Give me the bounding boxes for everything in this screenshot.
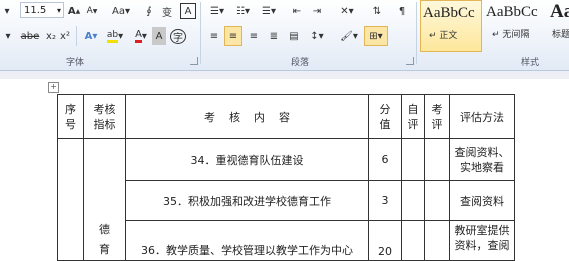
header-self: 自评 — [401, 94, 425, 139]
header-content: 考 核 内 容 — [125, 94, 369, 139]
enclose-char-button[interactable]: A — [180, 3, 196, 19]
header-score: 分值 — [368, 94, 402, 139]
decrease-indent-button[interactable]: ⇤ — [290, 2, 304, 20]
ruler-strip — [0, 71, 569, 79]
borders-button[interactable]: ⊞▾ — [364, 26, 388, 46]
table-row: 35．积极加强和改进学校德育工作 3 查阅资料 — [58, 180, 515, 221]
sort-button[interactable]: ⇅ — [370, 2, 384, 20]
category-cell: 德育 — [83, 138, 126, 261]
phonetic-guide-button[interactable]: 变 — [160, 2, 174, 20]
content-cell: 35．积极加强和改进学校德育工作 — [125, 180, 369, 221]
chevron-down-icon: ▾ — [56, 6, 61, 15]
show-marks-button[interactable]: ¶ — [396, 2, 408, 20]
font-size-value: 11.5 — [24, 5, 47, 16]
char-shading-button[interactable]: A — [152, 27, 166, 45]
style-name: ↵ 正文 — [429, 31, 458, 41]
superscript-button[interactable]: x² — [58, 27, 72, 45]
header-index: 考核指标 — [83, 94, 126, 139]
align-left-button[interactable]: ≡ — [206, 27, 222, 45]
text-effects-button[interactable]: A ▾ — [82, 27, 100, 45]
header-seq: 序号 — [57, 94, 84, 139]
bullets-button[interactable]: ☰▾ — [206, 2, 228, 20]
style-no-spacing[interactable]: AaBbCc ↵ 无间隔 — [484, 0, 546, 52]
paragraph-dialog-launcher-icon[interactable] — [406, 57, 414, 65]
numbering-button[interactable]: ☷▾ — [232, 2, 254, 20]
shrink-font-button[interactable]: A ▼ — [86, 2, 98, 20]
multilevel-list-button[interactable]: ☰▾ — [258, 2, 280, 20]
clear-format-icon[interactable]: ∮ — [142, 2, 156, 20]
underline-dropdown-icon[interactable]: ▾ — [2, 27, 14, 45]
style-normal[interactable]: AaBbCc ↵ 正文 — [420, 0, 482, 52]
align-center-button[interactable]: ≡ — [224, 26, 242, 46]
header-eval: 考评 — [424, 94, 450, 139]
style-sample-text: AaBbCc — [423, 5, 475, 21]
eval-cell[interactable] — [424, 220, 450, 261]
table-header-row: 序号 考核指标 考 核 内 容 分值 自评 考评 评估方法 — [57, 94, 515, 139]
font-color-button[interactable]: A ▾ — [132, 27, 150, 45]
eval-cell[interactable] — [424, 180, 450, 221]
style-sample-text: Aa — [550, 1, 569, 22]
distributed-button[interactable]: ▤ — [286, 27, 302, 45]
seq-cell — [57, 138, 84, 261]
enclose-characters-button[interactable]: 字 — [170, 29, 186, 44]
content-cell: 36．教学质量、学校管理以教学工作为中心 — [125, 220, 369, 261]
method-cell: 查阅资料 — [449, 180, 515, 221]
group-label-styles: 样式 — [520, 58, 539, 68]
align-right-button[interactable]: ≡ — [246, 27, 262, 45]
eval-cell[interactable] — [424, 138, 450, 181]
justify-button[interactable]: ≣ — [266, 27, 282, 45]
score-cell: 6 — [368, 138, 402, 181]
score-cell: 3 — [368, 180, 402, 221]
table-move-handle-icon[interactable]: + — [48, 82, 59, 93]
table-row: 36．教学质量、学校管理以教学工作为中心 20 教研室提供资料，查阅 — [58, 220, 515, 261]
method-cell: 教研室提供资料，查阅 — [449, 220, 515, 261]
style-heading[interactable]: Aa 标题 — [548, 0, 569, 52]
font-size-combo[interactable]: 11.5 ▾ — [20, 2, 64, 18]
font-dialog-launcher-icon[interactable] — [190, 57, 198, 65]
header-method: 评估方法 — [449, 94, 515, 139]
score-cell: 20 — [368, 220, 402, 261]
highlight-color-button[interactable]: ab ▾ — [106, 27, 124, 45]
content-cell: 34．重视德育队伍建设 — [125, 138, 369, 181]
evaluation-table: 序号 考核指标 考 核 内 容 分值 自评 考评 评估方法 德育 34．重视德育… — [57, 94, 515, 261]
strikethrough-button[interactable]: abe — [18, 27, 42, 45]
method-cell: 查阅资料、实地察看 — [449, 138, 515, 181]
line-spacing-button[interactable]: ↕▾ — [306, 27, 328, 45]
group-label-font: 字体 — [65, 58, 84, 68]
change-case-button[interactable]: Aa ▾ — [110, 2, 132, 20]
style-name: ↵ 无间隔 — [492, 30, 530, 40]
chinese-layout-button[interactable]: ✕▾ — [336, 2, 358, 20]
ribbon: ▾ 11.5 ▾ A ▲ A ▼ Aa ▾ ∮ 变 A ▾ abe x₂ x² A ▾ … — [0, 0, 569, 71]
subscript-button[interactable]: x₂ — [44, 27, 58, 45]
self-eval-cell[interactable] — [401, 138, 425, 181]
style-name: 标题 — [552, 30, 569, 40]
table-row: 德育 34．重视德育队伍建设 6 查阅资料、实地察看 — [57, 138, 515, 261]
self-eval-cell[interactable] — [401, 180, 425, 221]
style-sample-text: AaBbCc — [486, 4, 538, 20]
shading-button[interactable]: 🖌▾ — [338, 27, 360, 45]
font-name-dropdown-arrow[interactable]: ▾ — [0, 2, 14, 20]
self-eval-cell[interactable] — [401, 220, 425, 261]
grow-font-button[interactable]: A ▲ — [68, 2, 80, 20]
increase-indent-button[interactable]: ⇥ — [310, 2, 324, 20]
group-label-paragraph: 段落 — [290, 58, 309, 68]
